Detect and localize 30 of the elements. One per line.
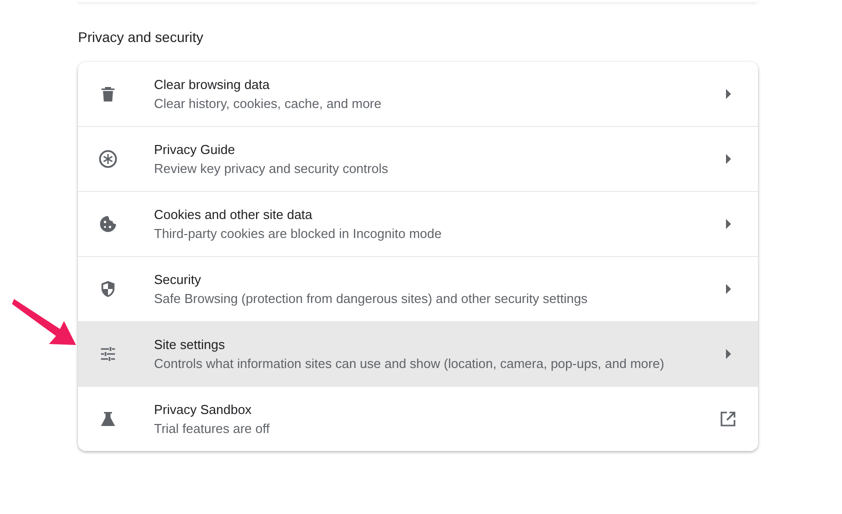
row-description: Clear history, cookies, cache, and more [154, 96, 382, 111]
row-title: Privacy Guide [154, 142, 236, 157]
row-title: Privacy Sandbox [154, 402, 253, 417]
row-title: Cookies and other site data [154, 207, 314, 222]
external-link-icon[interactable] [720, 411, 736, 427]
compass-icon [98, 149, 118, 169]
row-title: Clear browsing data [154, 77, 271, 92]
section-heading: Privacy and security [78, 28, 204, 47]
sliders-icon [98, 344, 118, 364]
row-description: Trial features are off [154, 421, 271, 436]
row-description: Review key privacy and security controls [154, 161, 390, 176]
caret-icon[interactable] [726, 284, 730, 294]
caret-icon[interactable] [726, 154, 730, 164]
row-title: Site settings [154, 337, 226, 352]
caret-icon[interactable] [726, 349, 730, 359]
row-description: Third-party cookies are blocked in Incognito mode [154, 226, 443, 241]
settings-row[interactable]: Site settings Controls what information sites can use and show (location, camera, pop-ups, and more) [78, 321, 758, 386]
caret-icon[interactable] [726, 219, 730, 229]
flask-icon [98, 409, 118, 429]
pointer-arrow [10, 298, 76, 348]
caret-icon[interactable] [726, 89, 730, 99]
settings-row[interactable]: Privacy Sandbox Trial features are off [78, 386, 758, 451]
row-description: Safe Browsing (protection from dangerous sites) and other security settings [154, 291, 589, 306]
settings-row[interactable]: Clear browsing data Clear history, cookies, cache, and more [78, 62, 758, 126]
settings-row[interactable]: Security Safe Browsing (protection from dangerous sites) and other security settings [78, 256, 758, 321]
cookie-icon [98, 214, 118, 234]
row-description: Controls what information sites can use and show (location, camera, pop-ups, and more) [154, 356, 666, 371]
row-title: Security [154, 272, 202, 287]
settings-row[interactable]: Privacy Guide Review key privacy and security controls [78, 126, 758, 191]
settings-row[interactable]: Cookies and other site data Third-party cookies are blocked in Incognito mode [78, 191, 758, 256]
